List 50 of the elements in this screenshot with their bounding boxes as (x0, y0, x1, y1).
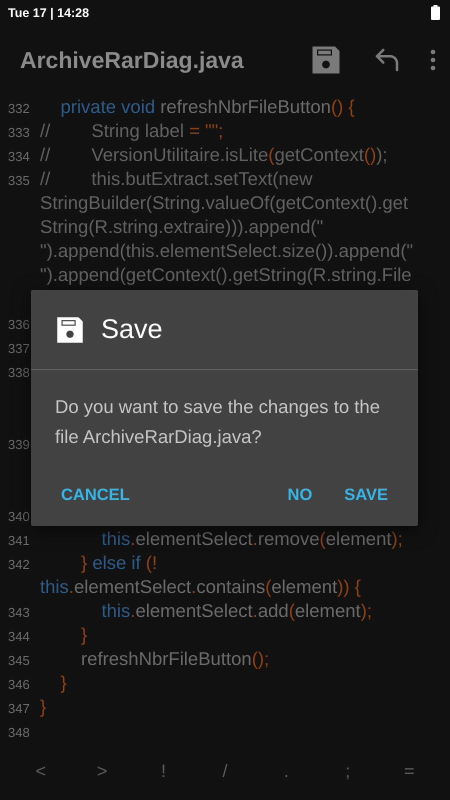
code-line: this.elementSelect.remove(element); (100, 527, 403, 551)
line-number: 335 (7, 172, 31, 190)
dialog-button[interactable]: SAVE (328, 478, 404, 512)
code-line: StringBuilder(String.valueOf(getContext().get (40, 191, 410, 215)
line-number: 347 (7, 700, 31, 718)
code-line: } else if (! (80, 551, 158, 575)
symbol-key[interactable]: / (204, 757, 245, 786)
symbol-key[interactable]: ! (144, 757, 184, 786)
line-number: 332 (7, 100, 31, 118)
code-line: // VersionUtilitaire.isLite(getContext()); (40, 143, 388, 167)
code-line: } (40, 695, 46, 719)
line-number: 334 (7, 148, 31, 166)
line-number: 340 (7, 508, 31, 526)
line-number: 338 (7, 364, 31, 382)
line-number: 345 (7, 652, 31, 670)
more-button[interactable] (430, 49, 436, 71)
symbol-key[interactable]: < (20, 757, 61, 786)
code-line: // String label = ""; (40, 119, 224, 143)
line-number: 337 (7, 340, 31, 358)
symbol-key[interactable]: = (389, 757, 430, 786)
code-line: this.elementSelect.add(element); (100, 599, 372, 623)
code-line: } (60, 671, 67, 695)
line-number: 339 (7, 436, 31, 454)
line-number: 333 (7, 124, 31, 142)
dialog-button[interactable]: NO (272, 478, 328, 512)
status-time: Tue 17 | 14:28 (8, 6, 90, 20)
line-number: 336 (7, 316, 31, 334)
code-line: ").append(getContext().getString(R.string.File (40, 263, 413, 287)
battery-icon (431, 5, 440, 20)
line-number: 343 (7, 604, 31, 622)
code-line: ").append(this.elementSelect.size()).append(" (40, 239, 414, 263)
code-line: String(R.string.extraire))).append(" (40, 215, 324, 239)
dialog-message: Do you want to save the changes to the file ArchiveRarDiag.java? (54, 395, 381, 449)
dialog-button[interactable]: CANCEL (45, 478, 146, 512)
line-number: 348 (7, 724, 31, 742)
line-number: 344 (7, 628, 31, 646)
code-line: } (80, 623, 88, 647)
code-line: // this.butExtract.setText(new (40, 167, 314, 191)
file-title: ArchiveRarDiag.java (20, 46, 245, 74)
dialog-title: Save (101, 314, 163, 345)
line-number: 346 (7, 676, 31, 694)
line-number: 342 (7, 556, 31, 574)
more-icon (430, 49, 436, 71)
code-line: refreshNbrFileButton(); (80, 647, 270, 671)
symbol-key[interactable]: . (266, 757, 306, 786)
line-number: 341 (7, 532, 31, 550)
code-line: private void refreshNbrFileButton() { (60, 95, 355, 119)
code-line: this.elementSelect.contains(element)) { (40, 575, 361, 599)
symbol-key[interactable]: ; (328, 757, 368, 786)
symbol-key[interactable]: > (82, 757, 122, 786)
